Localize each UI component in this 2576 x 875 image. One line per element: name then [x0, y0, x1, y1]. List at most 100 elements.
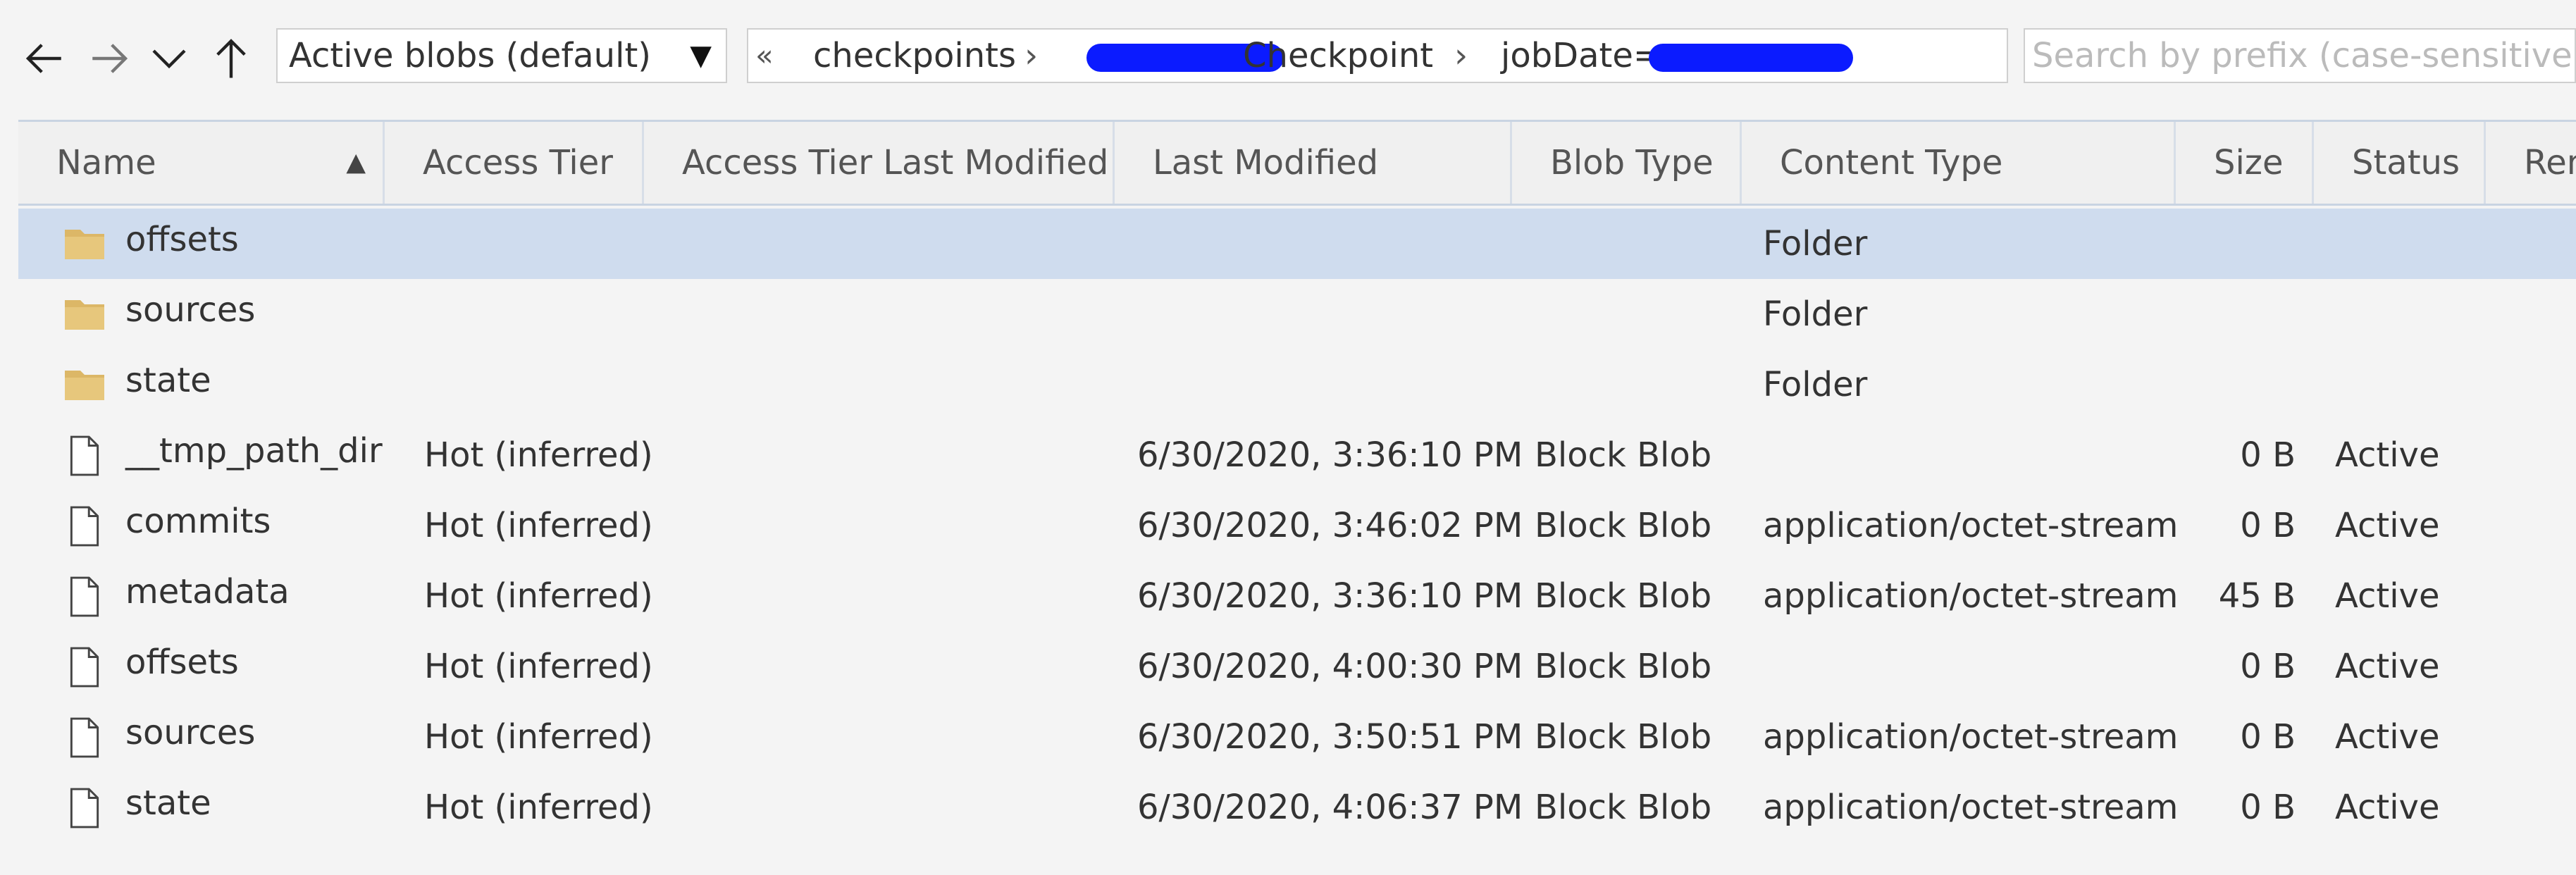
column-header-name[interactable]: Name ▲: [18, 122, 385, 204]
cell-status: Active: [2335, 576, 2440, 616]
table-row[interactable]: state Hot (inferred) 6/30/2020, 4:06:37 PM…: [18, 772, 2576, 843]
cell-blob-type: Block Blob: [1535, 717, 1712, 757]
file-icon: [66, 576, 109, 617]
file-icon: [66, 788, 109, 829]
recent-locations-button[interactable]: [141, 27, 197, 90]
cell-size: 0 B: [2240, 788, 2296, 827]
cell-content-type: application/octet-stream: [1763, 788, 2179, 827]
cell-name: offsets: [125, 220, 239, 259]
search-input[interactable]: Search by prefix (case-sensitive): [2024, 28, 2576, 83]
cell-status: Active: [2335, 788, 2440, 827]
cell-access-tier: Hot (inferred): [424, 788, 653, 827]
cell-status: Active: [2335, 506, 2440, 545]
cell-status: Active: [2335, 435, 2440, 475]
cell-size: 0 B: [2240, 717, 2296, 757]
cell-blob-type: Block Blob: [1535, 506, 1712, 545]
column-header-remaining[interactable]: Rem: [2486, 122, 2576, 204]
cell-access-tier: Hot (inferred): [424, 647, 653, 686]
column-headers: Name ▲ Access Tier Access Tier Last Modi…: [18, 120, 2576, 206]
cell-blob-type: Block Blob: [1535, 647, 1712, 686]
cell-name: state: [125, 361, 211, 400]
column-header-blob-type[interactable]: Blob Type: [1512, 122, 1742, 204]
cell-last-modified: 6/30/2020, 3:36:10 PM: [1137, 435, 1523, 475]
column-label: Size: [2214, 143, 2284, 182]
column-label: Access Tier: [423, 143, 614, 182]
folder-icon: [63, 224, 106, 263]
up-button[interactable]: [203, 27, 259, 90]
cell-content-type: application/octet-stream: [1763, 717, 2179, 757]
file-icon: [66, 647, 109, 688]
arrow-right-icon: [92, 44, 128, 73]
file-icon: [66, 506, 109, 547]
column-header-last-modified[interactable]: Last Modified: [1115, 122, 1512, 204]
breadcrumb-separator-icon: ›: [1454, 36, 1468, 75]
breadcrumb-item-checkpoint[interactable]: Checkpoint: [1243, 30, 1433, 82]
cell-content-type: Folder: [1763, 365, 1868, 404]
breadcrumb[interactable]: « checkpoints › Checkpoint › jobDate=: [747, 28, 2008, 83]
cell-last-modified: 6/30/2020, 4:06:37 PM: [1137, 788, 1523, 827]
cell-size: 0 B: [2240, 506, 2296, 545]
cell-content-type: application/octet-stream: [1763, 576, 2179, 616]
cell-last-modified: 6/30/2020, 3:36:10 PM: [1137, 576, 1523, 616]
column-label: Blob Type: [1550, 143, 1714, 182]
view-filter-select[interactable]: Active blobs (default) ▼: [276, 28, 727, 83]
cell-size: 45 B: [2218, 576, 2296, 616]
table-row[interactable]: state Folder: [18, 349, 2576, 420]
forward-button[interactable]: [82, 27, 138, 90]
column-label: Content Type: [1780, 143, 2003, 182]
cell-last-modified: 6/30/2020, 4:00:30 PM: [1137, 647, 1523, 686]
cell-content-type: Folder: [1763, 294, 1868, 334]
cell-blob-type: Block Blob: [1535, 576, 1712, 616]
column-label: Last Modified: [1153, 143, 1379, 182]
breadcrumb-overflow-icon[interactable]: «: [755, 30, 774, 82]
cell-name: metadata: [125, 572, 290, 612]
table-row[interactable]: offsets Folder: [18, 209, 2576, 279]
cell-name: offsets: [125, 643, 239, 682]
blob-grid: Name ▲ Access Tier Access Tier Last Modi…: [18, 120, 2576, 875]
table-row[interactable]: sources Folder: [18, 279, 2576, 349]
cell-blob-type: Block Blob: [1535, 788, 1712, 827]
cell-status: Active: [2335, 647, 2440, 686]
cell-status: Active: [2335, 717, 2440, 757]
cell-access-tier: Hot (inferred): [424, 435, 653, 475]
cell-last-modified: 6/30/2020, 3:46:02 PM: [1137, 506, 1523, 545]
chevron-down-icon: [152, 49, 186, 69]
view-filter-value: Active blobs (default): [289, 36, 651, 75]
arrow-up-icon: [216, 39, 246, 78]
cell-size: [2196, 209, 2296, 279]
breadcrumb-item-checkpoints[interactable]: checkpoints: [813, 30, 1016, 82]
cell-blob-type: Block Blob: [1535, 435, 1712, 475]
column-label: Access Tier Last Modified: [682, 143, 1109, 182]
column-header-content-type[interactable]: Content Type: [1742, 122, 2176, 204]
column-label: Rem: [2524, 143, 2576, 182]
cell-name: state: [125, 783, 211, 823]
dropdown-arrow-icon: ▼: [690, 39, 712, 72]
cell-last-modified: 6/30/2020, 3:50:51 PM: [1137, 717, 1523, 757]
table-row[interactable]: metadata Hot (inferred) 6/30/2020, 3:36:10…: [18, 561, 2576, 631]
cell-size: 0 B: [2240, 647, 2296, 686]
column-header-status[interactable]: Status: [2314, 122, 2486, 204]
table-row[interactable]: sources Hot (inferred) 6/30/2020, 3:50:51 …: [18, 702, 2576, 772]
column-header-tier-modified[interactable]: Access Tier Last Modified: [644, 122, 1115, 204]
file-icon: [66, 717, 109, 758]
breadcrumb-separator-icon: ›: [1024, 36, 1039, 75]
table-row[interactable]: offsets Hot (inferred) 6/30/2020, 4:00:30 …: [18, 631, 2576, 702]
cell-content-type: Folder: [1763, 224, 1868, 263]
cell-content-type: application/octet-stream: [1763, 506, 2179, 545]
sort-ascending-icon: ▲: [346, 148, 366, 177]
cell-size: 0 B: [2240, 435, 2296, 475]
back-button[interactable]: [16, 27, 72, 90]
column-header-access-tier[interactable]: Access Tier: [385, 122, 644, 204]
column-label: Name: [56, 143, 156, 182]
folder-icon: [63, 294, 106, 334]
table-row[interactable]: commits Hot (inferred) 6/30/2020, 3:46:02 …: [18, 490, 2576, 561]
column-header-size[interactable]: Size: [2176, 122, 2314, 204]
cell-name: __tmp_path_dir: [125, 431, 383, 471]
toolbar: Active blobs (default) ▼ « checkpoints ›…: [0, 0, 2576, 120]
cell-size: [2196, 279, 2296, 349]
table-row[interactable]: __tmp_path_dir Hot (inferred) 6/30/2020, 3…: [18, 420, 2576, 490]
redaction-mark: [1649, 44, 1853, 72]
cell-name: sources: [125, 290, 256, 330]
breadcrumb-item-jobdate[interactable]: jobDate=: [1501, 30, 1661, 82]
cell-access-tier: Hot (inferred): [424, 576, 653, 616]
